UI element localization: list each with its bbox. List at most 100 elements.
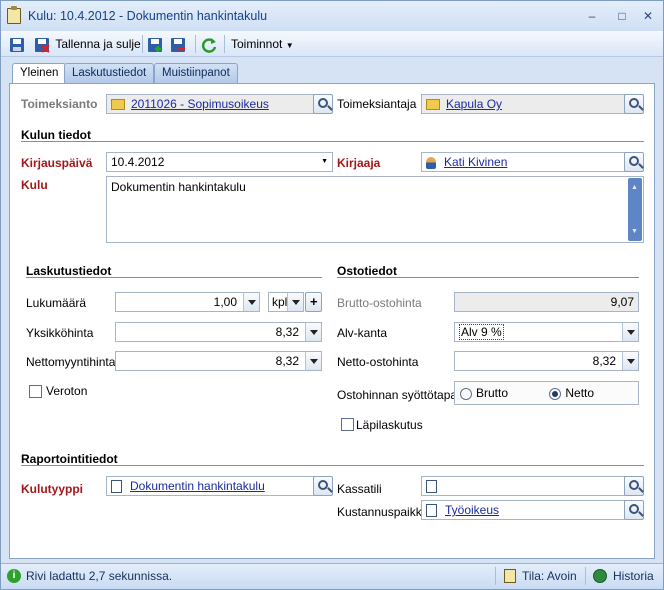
folder-icon <box>111 99 125 111</box>
cost-center-link[interactable]: Työoikeus <box>445 503 499 517</box>
recorder-field[interactable]: Kati Kivinen <box>421 152 627 172</box>
save-button[interactable] <box>9 34 25 54</box>
search-icon <box>629 504 639 514</box>
clipboard-icon <box>7 6 21 24</box>
gross-field: 9,07 <box>454 292 639 312</box>
expense-label: Kulu <box>21 178 48 192</box>
recorder-search-button[interactable] <box>624 152 644 172</box>
save-icon <box>10 37 24 52</box>
vat-label: Alv-kanta <box>337 326 388 340</box>
tab-billing[interactable]: Laskutustiedot <box>64 63 155 83</box>
entry-mode-label: Ostohinnan syöttötapa <box>337 388 458 402</box>
entry-mode-group: Brutto Netto <box>454 381 639 405</box>
close-button[interactable]: ✕ <box>639 8 657 24</box>
unit-value: kpl <box>272 295 288 309</box>
add-unit-button[interactable]: + <box>305 292 322 312</box>
document-icon <box>426 480 437 494</box>
net-purchase-field[interactable]: 8,32 <box>454 351 639 371</box>
actions-menu[interactable]: Toiminnot ▼ <box>231 34 294 54</box>
divider <box>21 464 644 466</box>
client-link[interactable]: Kapula Oy <box>446 97 502 111</box>
expense-type-link[interactable]: Dokumentin hankintakulu <box>130 479 265 493</box>
search-icon <box>318 98 328 108</box>
quantity-field[interactable]: 1,00 <box>115 292 260 312</box>
save-delete-button[interactable] <box>170 34 186 54</box>
chevron-down-icon: ▼ <box>321 158 328 165</box>
save-new-button[interactable] <box>147 34 163 54</box>
plus-icon: + <box>310 294 318 309</box>
expense-textarea[interactable]: Dokumentin hankintakulu ▲ ▼ <box>106 176 644 243</box>
assignment-search-button[interactable] <box>313 94 333 114</box>
assignment-link[interactable]: 2011026 - Sopimusoikeus <box>131 97 269 111</box>
title-bar: Kulu: 10.4.2012 - Dokumentin hankintakul… <box>1 1 663 31</box>
radio-gross[interactable]: Brutto <box>460 386 508 400</box>
expense-type-label: Kulutyyppi <box>21 482 83 496</box>
recorder-label: Kirjaaja <box>337 156 381 170</box>
assignment-label: Toimeksianto <box>21 97 98 111</box>
refresh-icon <box>201 37 217 53</box>
tab-general[interactable]: Yleinen <box>12 63 67 85</box>
status-bar: i Rivi ladattu 2,7 sekunnissa. Tila: Avo… <box>1 563 663 589</box>
unit-price-field[interactable]: 8,32 <box>115 322 322 342</box>
history-button[interactable]: Historia <box>613 569 654 583</box>
search-icon <box>318 480 328 490</box>
radio-net[interactable]: Netto <box>549 386 594 400</box>
quantity-label: Lukumäärä <box>26 296 87 310</box>
recorder-link[interactable]: Kati Kivinen <box>444 155 507 169</box>
gross-value: 9,07 <box>610 295 634 309</box>
net-sale-value: 8,32 <box>275 354 299 368</box>
person-icon <box>426 156 436 169</box>
cash-account-search-button[interactable] <box>624 476 644 496</box>
divider <box>21 140 644 142</box>
cost-center-search-button[interactable] <box>624 500 644 520</box>
cash-account-label: Kassatili <box>337 482 382 496</box>
toolbar: Tallenna ja sulje Toiminnot ▼ <box>1 31 663 57</box>
window-title: Kulu: 10.4.2012 - Dokumentin hankintakul… <box>28 9 268 23</box>
status-state[interactable]: Tila: Avoin <box>522 569 577 583</box>
tax-free-checkbox[interactable] <box>29 385 42 398</box>
assignment-field[interactable]: 2011026 - Sopimusoikeus <box>106 94 316 114</box>
chevron-down-icon: ▼ <box>285 41 294 50</box>
search-icon <box>629 98 639 108</box>
tax-free-label: Veroton <box>46 384 88 398</box>
cash-account-field[interactable] <box>421 476 627 496</box>
search-icon <box>629 480 639 490</box>
unit-price-value: 8,32 <box>275 325 299 339</box>
divider <box>337 276 639 278</box>
date-field[interactable]: 10.4.2012 ▼ <box>106 152 333 172</box>
save-new-icon <box>148 37 162 52</box>
net-purchase-value: 8,32 <box>592 354 616 368</box>
refresh-button[interactable] <box>201 34 217 54</box>
net-purchase-label: Netto-ostohinta <box>337 355 419 369</box>
scrollbar[interactable]: ▲ ▼ <box>628 178 642 241</box>
search-icon <box>629 156 639 166</box>
save-close-label: Tallenna ja sulje <box>55 37 141 51</box>
save-delete-icon <box>171 37 185 52</box>
cost-center-label: Kustannuspaikka <box>337 505 429 519</box>
tab-strip: Yleinen Laskutustiedot Muistiinpanot <box>1 63 663 85</box>
client-field[interactable]: Kapula Oy <box>421 94 627 114</box>
maximize-button[interactable]: □ <box>613 8 631 24</box>
gross-label: Brutto-ostohinta <box>337 296 422 310</box>
client-search-button[interactable] <box>624 94 644 114</box>
divider <box>26 276 322 278</box>
window: Kulu: 10.4.2012 - Dokumentin hankintakul… <box>0 0 664 590</box>
quantity-value: 1,00 <box>213 295 237 309</box>
net-sale-field[interactable]: 8,32 <box>115 351 322 371</box>
scroll-down-icon[interactable]: ▼ <box>631 224 638 240</box>
minimize-button[interactable]: – <box>583 8 601 24</box>
save-and-close-button[interactable]: Tallenna ja sulje <box>34 34 141 54</box>
general-panel: Toimeksianto 2011026 - Sopimusoikeus Toi… <box>9 83 655 559</box>
save-close-icon <box>35 37 50 53</box>
unit-select[interactable]: kpl <box>268 292 304 312</box>
vat-select[interactable]: Alv 9 % <box>454 322 639 342</box>
scroll-up-icon[interactable]: ▲ <box>631 180 638 196</box>
cost-center-field[interactable]: Työoikeus <box>421 500 627 520</box>
expense-type-search-button[interactable] <box>313 476 333 496</box>
tab-notes[interactable]: Muistiinpanot <box>154 63 238 83</box>
pass-through-checkbox[interactable] <box>341 418 354 431</box>
vat-value: Alv 9 % <box>459 324 504 340</box>
expense-type-field[interactable]: Dokumentin hankintakulu <box>106 476 316 496</box>
info-icon: i <box>7 569 21 583</box>
folder-icon <box>426 99 440 111</box>
